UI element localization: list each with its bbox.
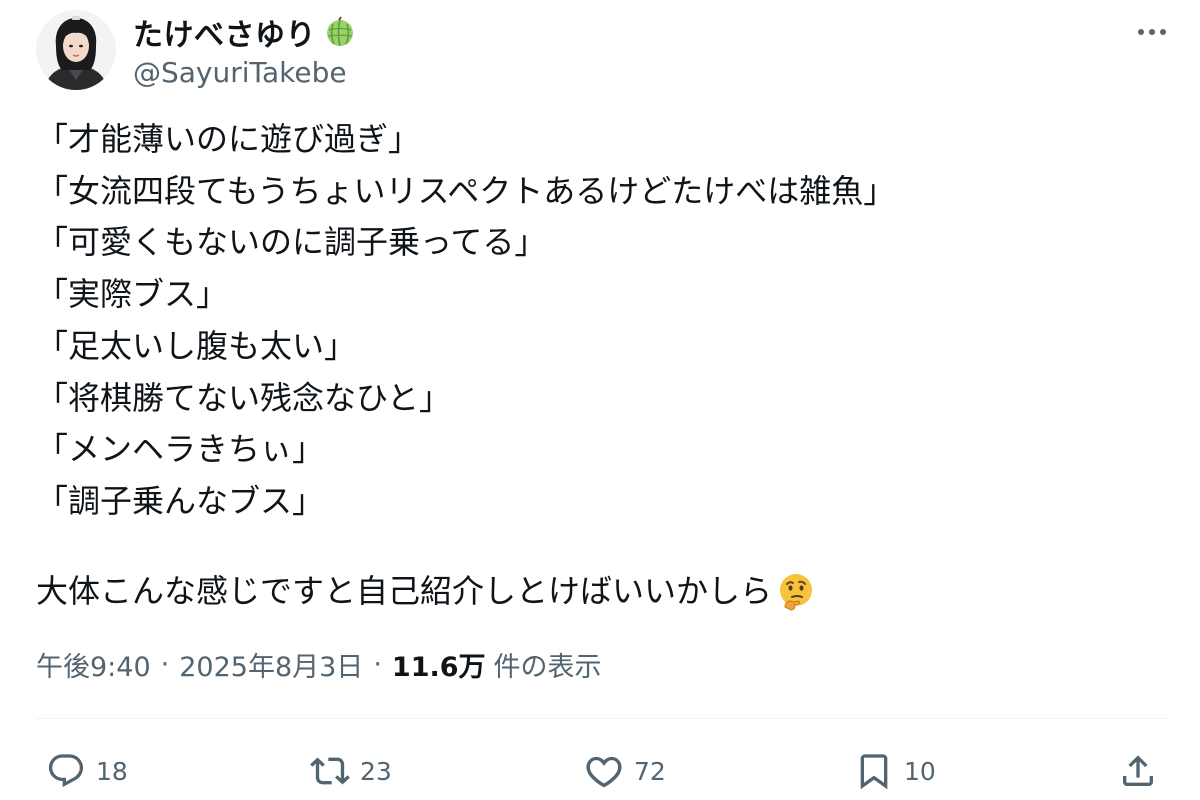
- bookmark-button[interactable]: 10: [854, 748, 936, 794]
- reply-button[interactable]: 18: [46, 748, 128, 794]
- separator: ·: [160, 648, 170, 680]
- tweet-line: 大体こんな感じですと自己紹介しとけばいいかしら: [36, 571, 773, 610]
- share-button[interactable]: [1118, 748, 1158, 794]
- divider: [36, 718, 1170, 719]
- bookmark-count: 10: [904, 756, 936, 786]
- line-break: [36, 528, 1166, 566]
- tweet-line: 「将棋勝てない残念なひと」: [36, 378, 452, 417]
- tweet-line: 「可愛くもないのに調子乗ってる」: [36, 223, 547, 262]
- melon-icon: [324, 16, 356, 48]
- tweet-text: 「才能薄いのに遊び過ぎ」 「女流四段てもうちょいリスペクトあるけどたけべは雑魚」…: [36, 114, 1166, 617]
- tweet-date[interactable]: 2025年8月3日: [179, 645, 363, 684]
- like-button[interactable]: 72: [584, 748, 666, 794]
- views-count[interactable]: 11.6万: [392, 645, 486, 684]
- retweet-icon: [310, 757, 350, 785]
- reply-count: 18: [96, 756, 128, 786]
- thinking-face-icon: [776, 571, 816, 611]
- tweet-line: 「女流四段てもうちょいリスペクトあるけどたけべは雑魚」: [36, 171, 896, 210]
- author-handle[interactable]: @SayuriTakebe: [133, 56, 347, 89]
- display-name: たけべさゆり: [133, 18, 316, 53]
- separator: ·: [373, 648, 382, 680]
- retweet-count: 23: [360, 756, 392, 786]
- tweet-line: 「調子乗んなブス」: [36, 481, 325, 520]
- more-options-button[interactable]: [1130, 14, 1174, 50]
- tweet-time[interactable]: 午後9:40: [36, 645, 151, 684]
- tweet-line: 「足太いし腹も太い」: [36, 326, 357, 365]
- avatar-image: [36, 10, 116, 90]
- like-count: 72: [634, 756, 666, 786]
- tweet-line: 「実際ブス」: [36, 275, 229, 314]
- bookmark-icon: [860, 754, 888, 790]
- tweet-card: たけべさゆり @SayuriTakebe 「才能薄いのに遊び過ぎ」 「女流四段て…: [0, 0, 1200, 800]
- share-icon: [1123, 755, 1153, 786]
- avatar[interactable]: [36, 10, 116, 90]
- tweet-line: 「才能薄いのに遊び過ぎ」: [36, 120, 421, 158]
- heart-icon: [586, 756, 622, 788]
- tweet-line: 「メンヘラきちぃ」: [36, 430, 325, 469]
- tweet-last-line: 大体こんな感じですと自己紹介しとけばいいかしら: [36, 566, 1166, 618]
- action-bar: 18 23 72 10: [0, 740, 1200, 800]
- tweet-meta: 午後9:40 · 2025年8月3日 · 11.6万 件の表示: [36, 642, 602, 686]
- author-name[interactable]: たけべさゆり: [133, 12, 356, 53]
- reply-icon: [48, 754, 84, 788]
- more-dots-icon: [1138, 29, 1166, 35]
- retweet-button[interactable]: 23: [310, 748, 392, 794]
- views-label: 件の表示: [493, 651, 602, 683]
